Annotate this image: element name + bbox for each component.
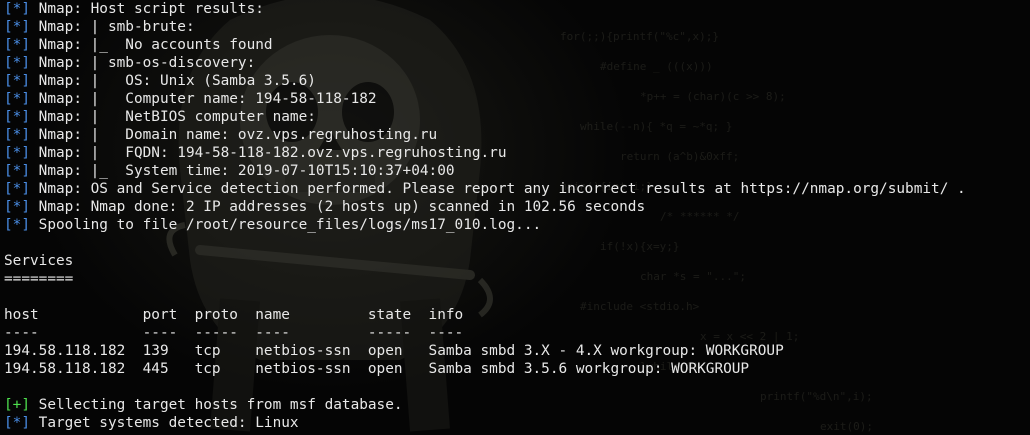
info-marker: [*] [4,73,30,89]
terminal-line: ---- ---- ----- ---- ----- ---- [4,324,966,342]
terminal-line-text: Spooling to file /root/resource_files/lo… [30,217,542,233]
info-marker: [*] [4,217,30,233]
terminal-line: [*] Nmap: | Computer name: 194-58-118-18… [4,90,966,108]
terminal-line: [*] Nmap: OS and Service detection perfo… [4,180,966,198]
terminal-line-text: Sellecting target hosts from msf databas… [30,397,403,413]
terminal-line-text: 194.58.118.182 139 tcp netbios-ssn open … [4,343,784,359]
info-marker: [*] [4,1,30,17]
terminal-line: [*] Nmap: Nmap done: 2 IP addresses (2 h… [4,198,966,216]
terminal-line-text: Nmap: | NetBIOS computer name: [30,109,316,125]
terminal-line-text: Nmap: Host script results: [30,1,264,17]
terminal-line: ======== [4,270,966,288]
terminal-line: [*] Nmap: | FQDN: 194-58-118-182.ovz.vps… [4,144,966,162]
success-marker: [+] [4,397,30,413]
terminal-line: [*] Nmap: |_ No accounts found [4,36,966,54]
terminal-line-text: Nmap: OS and Service detection performed… [30,181,966,197]
terminal-line: [*] Nmap: | NetBIOS computer name: [4,108,966,126]
terminal-line: [+] Sellecting target hosts from msf dat… [4,396,966,414]
info-marker: [*] [4,127,30,143]
terminal-line: [*] Nmap: | Domain name: ovz.vps.regruho… [4,126,966,144]
info-marker: [*] [4,109,30,125]
terminal-line: [*] Nmap: | smb-brute: [4,18,966,36]
terminal-line: 194.58.118.182 445 tcp netbios-ssn open … [4,360,966,378]
terminal-line: [*] Nmap: | smb-os-discovery: [4,54,966,72]
info-marker: [*] [4,145,30,161]
terminal-window[interactable]: for(;;){printf("%c",x);} #define _ (((x)… [0,0,1030,435]
terminal-line-text: Nmap: |_ System time: 2019-07-10T15:10:3… [30,163,455,179]
terminal-line-text: ---- ---- ----- ---- ----- ---- [4,325,464,341]
terminal-line-text: Nmap: | smb-os-discovery: [30,55,256,71]
info-marker: [*] [4,415,30,431]
terminal-line-text: Nmap: Nmap done: 2 IP addresses (2 hosts… [30,199,646,215]
terminal-line-text: Target systems detected: Linux [30,415,299,431]
info-marker: [*] [4,199,30,215]
terminal-line-text: Nmap: | OS: Unix (Samba 3.5.6) [30,73,316,89]
terminal-line-text: host port proto name state info [4,307,464,323]
terminal-line: host port proto name state info [4,306,966,324]
terminal-line: [*] Nmap: Host script results: [4,0,966,18]
terminal-line: [*] Nmap: | OS: Unix (Samba 3.5.6) [4,72,966,90]
terminal-line: [*] Spooling to file /root/resource_file… [4,216,966,234]
terminal-line-text: ======== [4,271,74,287]
terminal-line-text: Nmap: | smb-brute: [30,19,195,35]
info-marker: [*] [4,19,30,35]
info-marker: [*] [4,91,30,107]
terminal-line-text: 194.58.118.182 445 tcp netbios-ssn open … [4,361,750,377]
terminal-output: [*] Nmap: Host script results: [*] Nmap: … [4,0,966,432]
info-marker: [*] [4,37,30,53]
info-marker: [*] [4,55,30,71]
terminal-line: Services [4,252,966,270]
terminal-line: [*] Target systems detected: Linux [4,414,966,432]
terminal-line-text: Nmap: | Domain name: ovz.vps.regruhostin… [30,127,438,143]
info-marker: [*] [4,163,30,179]
terminal-line: 194.58.118.182 139 tcp netbios-ssn open … [4,342,966,360]
info-marker: [*] [4,181,30,197]
terminal-line-text: Nmap: | Computer name: 194-58-118-182 [30,91,377,107]
terminal-line-text: Nmap: |_ No accounts found [30,37,273,53]
terminal-line-text: Nmap: | FQDN: 194-58-118-182.ovz.vps.reg… [30,145,507,161]
terminal-line: [*] Nmap: |_ System time: 2019-07-10T15:… [4,162,966,180]
terminal-line-text: Services [4,253,74,269]
